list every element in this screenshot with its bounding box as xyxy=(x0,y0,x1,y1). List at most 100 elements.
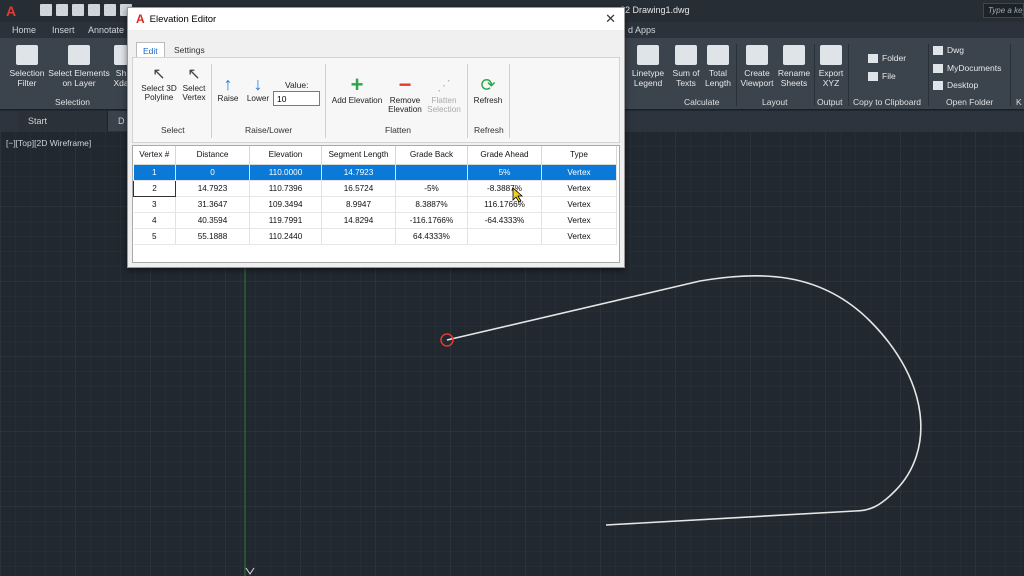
open-dwg-button[interactable]: Dwg xyxy=(933,45,964,56)
cell-distance[interactable]: 40.3594 xyxy=(175,212,250,229)
save-as-icon[interactable] xyxy=(88,4,100,16)
table-row[interactable]: 1 0 110.0000 14.7923 5% Vertex xyxy=(133,164,617,181)
cell-distance[interactable]: 55.1888 xyxy=(175,228,250,245)
linetype-legend-button[interactable]: Linetype Legend xyxy=(630,45,666,88)
sum-icon xyxy=(675,45,697,65)
panel-copy-label: Copy to Clipboard xyxy=(853,97,922,107)
tab-insert[interactable]: Insert xyxy=(52,25,75,35)
col-distance[interactable]: Distance xyxy=(175,146,250,165)
select-elements-on-layer-button[interactable]: Select Elements on Layer xyxy=(48,45,110,88)
total-length-button[interactable]: Total Length xyxy=(702,45,734,88)
col-grade-ahead[interactable]: Grade Ahead xyxy=(467,146,542,165)
remove-elevation-button[interactable]: − Remove Elevation xyxy=(387,74,423,115)
viewport-controls[interactable]: [−][Top][2D Wireframe] xyxy=(6,138,91,148)
cell-grade-back[interactable]: 64.4333% xyxy=(395,228,468,245)
cell-elevation[interactable]: 110.2440 xyxy=(249,228,322,245)
cell-grade-ahead[interactable] xyxy=(467,228,542,245)
copy-folder-button[interactable]: Folder xyxy=(868,53,906,64)
selection-filter-button[interactable]: Selection Filter xyxy=(6,45,48,88)
cell-vertex[interactable]: 2 xyxy=(133,179,176,197)
select-3d-polyline-button[interactable]: ↖ Select 3D Polyline xyxy=(137,66,181,102)
app-icon: A xyxy=(136,12,145,26)
open-desktop-button[interactable]: Desktop xyxy=(933,80,978,91)
flatten-selection-button[interactable]: ⋰ Flatten Selection xyxy=(425,74,463,114)
cell-grade-ahead[interactable]: -8.3887% xyxy=(467,180,542,197)
cell-elevation[interactable]: 110.0000 xyxy=(249,164,322,181)
table-row[interactable]: 3 31.3647 109.3494 8.9947 8.3887% 116.17… xyxy=(133,196,617,213)
cell-vertex[interactable]: 4 xyxy=(133,212,176,229)
panel-output-label: Output xyxy=(817,97,843,107)
cell-elevation[interactable]: 109.3494 xyxy=(249,196,322,213)
export-xyz-button[interactable]: Export XYZ xyxy=(816,45,846,88)
value-input[interactable] xyxy=(273,91,320,106)
tab-settings[interactable]: Settings xyxy=(168,42,211,58)
col-type[interactable]: Type xyxy=(541,146,617,165)
table-row[interactable]: 4 40.3594 119.7991 14.8294 -116.1766% -6… xyxy=(133,212,617,229)
open-mydocuments-button[interactable]: MyDocuments xyxy=(933,63,1001,74)
copy-file-button[interactable]: File xyxy=(868,71,896,82)
cell-vertex[interactable]: 5 xyxy=(133,228,176,245)
panel-open-folder-label: Open Folder xyxy=(946,97,994,107)
cell-grade-back[interactable]: 8.3887% xyxy=(395,196,468,213)
cell-grade-ahead[interactable]: -64.4333% xyxy=(467,212,542,229)
create-viewport-button[interactable]: Create Viewport xyxy=(738,45,776,88)
cube-icon xyxy=(114,45,128,65)
autocad-logo-icon[interactable]: A xyxy=(6,3,16,19)
vertex-table: Vertex # Distance Elevation Segment Leng… xyxy=(132,145,620,263)
cell-distance[interactable]: 14.7923 xyxy=(175,180,250,197)
cell-vertex[interactable]: 1 xyxy=(133,164,176,181)
cell-grade-back[interactable]: -116.1766% xyxy=(395,212,468,229)
rename-sheets-button[interactable]: Rename Sheets xyxy=(776,45,812,88)
cell-segment-length[interactable]: 8.9947 xyxy=(321,196,396,213)
cell-distance[interactable]: 31.3647 xyxy=(175,196,250,213)
cell-segment-length[interactable]: 16.5724 xyxy=(321,180,396,197)
save-icon[interactable] xyxy=(72,4,84,16)
cell-segment-length[interactable]: 14.7923 xyxy=(321,164,396,181)
cell-segment-length[interactable]: 14.8294 xyxy=(321,212,396,229)
cell-grade-back[interactable] xyxy=(395,164,468,181)
refresh-button[interactable]: ⟳ Refresh xyxy=(471,74,505,105)
new-icon[interactable] xyxy=(40,4,52,16)
cell-elevation[interactable]: 110.7396 xyxy=(249,180,322,197)
print-icon[interactable] xyxy=(104,4,116,16)
open-icon[interactable] xyxy=(56,4,68,16)
cell-type[interactable]: Vertex xyxy=(541,180,617,197)
tab-annotate[interactable]: Annotate xyxy=(88,25,124,35)
table-row[interactable]: 5 55.1888 110.2440 64.4333% Vertex xyxy=(133,228,617,245)
cell-type[interactable]: Vertex xyxy=(541,196,617,213)
value-label: Value: xyxy=(285,80,309,90)
raise-button[interactable]: ↑ Raise xyxy=(215,74,241,103)
cell-type[interactable]: Vertex xyxy=(541,164,617,181)
col-elevation[interactable]: Elevation xyxy=(249,146,322,165)
search-input[interactable]: Type a key xyxy=(983,3,1024,18)
sum-of-texts-button[interactable]: Sum of Texts xyxy=(668,45,704,88)
cell-grade-ahead[interactable]: 5% xyxy=(467,164,542,181)
cell-segment-length[interactable] xyxy=(321,228,396,245)
add-elevation-button[interactable]: + Add Elevation xyxy=(329,72,385,106)
ribbon-separator xyxy=(736,44,737,106)
select-vertex-button[interactable]: ↖ Select Vertex xyxy=(179,66,209,102)
quick-access-toolbar xyxy=(40,4,132,16)
tab-home[interactable]: Home xyxy=(12,25,36,35)
close-icon[interactable]: ✕ xyxy=(605,11,616,27)
col-grade-back[interactable]: Grade Back xyxy=(395,146,468,165)
cell-distance[interactable]: 0 xyxy=(175,164,250,181)
col-segment-length[interactable]: Segment Length xyxy=(321,146,396,165)
cell-type[interactable]: Vertex xyxy=(541,228,617,245)
tab-start[interactable]: Start xyxy=(18,111,108,131)
table-row[interactable]: 2 14.7923 110.7396 16.5724 -5% -8.3887% … xyxy=(133,179,617,197)
mouse-cursor-icon xyxy=(512,187,524,203)
dialog-title-bar[interactable]: A Elevation Editor xyxy=(128,8,624,30)
lower-button[interactable]: ↓ Lower xyxy=(245,74,271,103)
tab-apps[interactable]: d Apps xyxy=(628,25,656,35)
cell-vertex[interactable]: 3 xyxy=(133,196,176,213)
cell-elevation[interactable]: 119.7991 xyxy=(249,212,322,229)
flatten-icon: ⋰ xyxy=(437,77,451,93)
tab-edit[interactable]: Edit xyxy=(136,42,165,58)
plus-icon: + xyxy=(350,72,364,97)
col-vertex[interactable]: Vertex # xyxy=(133,146,176,165)
cell-type[interactable]: Vertex xyxy=(541,212,617,229)
cell-grade-back[interactable]: -5% xyxy=(395,180,468,197)
tab-drawing[interactable]: D xyxy=(108,111,129,131)
cell-grade-ahead[interactable]: 116.1766% xyxy=(467,196,542,213)
